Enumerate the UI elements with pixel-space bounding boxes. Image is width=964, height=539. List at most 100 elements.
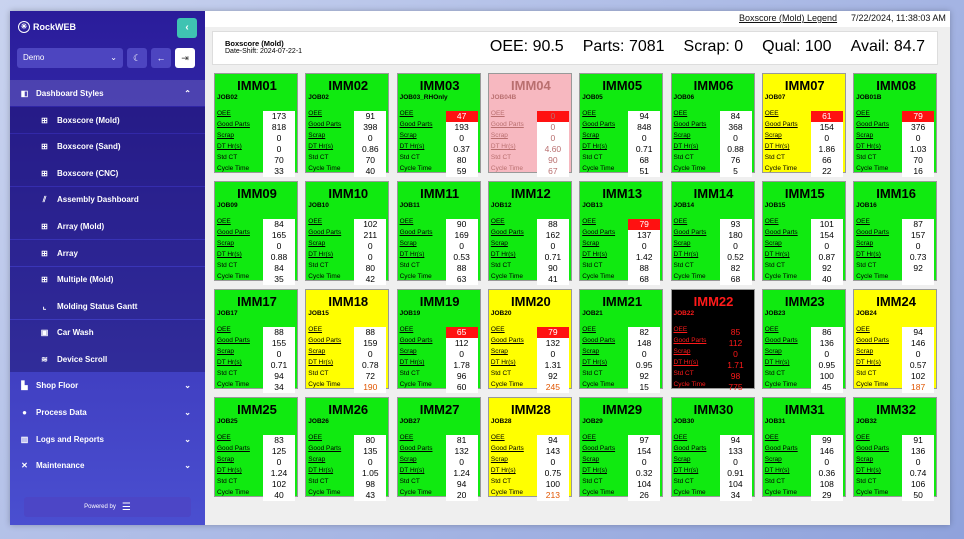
row-label[interactable]: DT Hr(s) bbox=[765, 143, 790, 150]
machine-card-imm20[interactable]: IMM20 JOB20 OEE 79 Good Parts 132 Scrap 0 DT Hr(… bbox=[487, 289, 572, 393]
sidebar-item-assembly-dashboard[interactable]: ⫽ Assembly Dashboard bbox=[10, 186, 205, 213]
row-label[interactable]: DT Hr(s) bbox=[856, 467, 881, 474]
row-label[interactable]: Scrap bbox=[308, 348, 325, 355]
row-label[interactable]: Scrap bbox=[491, 348, 508, 355]
brand-logo[interactable]: ✳ RockWEB bbox=[18, 21, 76, 33]
machine-card-imm24[interactable]: IMM24 JOB24 OEE 94 Good Parts 146 Scrap 0 DT Hr(… bbox=[853, 289, 938, 393]
row-label[interactable]: Good Parts bbox=[217, 229, 250, 236]
machine-card-imm02[interactable]: IMM02 JOB02 OEE 91 Good Parts 398 Scrap 0 DT Hr(… bbox=[305, 73, 390, 177]
row-label[interactable]: DT Hr(s) bbox=[400, 467, 425, 474]
row-label[interactable]: Good Parts bbox=[674, 337, 707, 344]
logout-button[interactable]: ⇥ bbox=[175, 48, 195, 68]
row-label[interactable]: Scrap bbox=[308, 132, 325, 139]
machine-card-imm23[interactable]: IMM23 JOB23 OEE 86 Good Parts 136 Scrap 0 DT Hr(… bbox=[761, 289, 846, 393]
row-label[interactable]: OEE bbox=[765, 218, 779, 225]
row-label[interactable]: OEE bbox=[582, 110, 596, 117]
row-label[interactable]: OEE bbox=[856, 434, 870, 441]
row-label[interactable]: Good Parts bbox=[217, 445, 250, 452]
row-label[interactable]: OEE bbox=[400, 218, 414, 225]
row-label[interactable]: Scrap bbox=[491, 240, 508, 247]
row-label[interactable]: Scrap bbox=[217, 348, 234, 355]
machine-card-imm18[interactable]: IMM18 JOB15 OEE 88 Good Parts 159 Scrap 0 DT Hr(… bbox=[305, 289, 390, 393]
machine-card-imm32[interactable]: IMM32 JOB32 OEE 91 Good Parts 136 Scrap 0 DT Hr(… bbox=[853, 397, 938, 501]
machine-card-imm19[interactable]: IMM19 JOB19 OEE 65 Good Parts 112 Scrap 0 DT Hr(… bbox=[396, 289, 481, 393]
row-label[interactable]: DT Hr(s) bbox=[765, 467, 790, 474]
row-label[interactable]: Good Parts bbox=[217, 121, 250, 128]
row-label[interactable]: OEE bbox=[856, 326, 870, 333]
row-label[interactable]: Scrap bbox=[400, 456, 417, 463]
row-label[interactable]: Scrap bbox=[217, 240, 234, 247]
row-label[interactable]: Good Parts bbox=[582, 445, 615, 452]
row-label[interactable]: DT Hr(s) bbox=[674, 359, 699, 366]
row-label[interactable]: OEE bbox=[674, 218, 688, 225]
machine-card-imm03[interactable]: IMM03 JOB03_RHOnly OEE 47 Good Parts 193 Scrap… bbox=[396, 73, 481, 177]
row-label[interactable]: OEE bbox=[491, 434, 505, 441]
row-label[interactable]: Scrap bbox=[856, 456, 873, 463]
sidebar-item-molding-status-gantt[interactable]: ⌞ Molding Status Gantt bbox=[10, 293, 205, 320]
row-label[interactable]: DT Hr(s) bbox=[856, 251, 881, 258]
row-label[interactable]: DT Hr(s) bbox=[308, 359, 333, 366]
sidebar-item-car-wash[interactable]: ▣ Car Wash bbox=[10, 319, 205, 346]
machine-card-imm11[interactable]: IMM11 JOB11 OEE 90 Good Parts 169 Scrap 0 DT Hr(… bbox=[396, 181, 481, 285]
dark-mode-button[interactable]: ☾ bbox=[127, 48, 147, 68]
row-label[interactable]: Good Parts bbox=[491, 445, 524, 452]
row-label[interactable]: Scrap bbox=[856, 240, 873, 247]
sidebar-item-boxscore-mold[interactable]: ⊞ Boxscore (Mold) bbox=[10, 107, 205, 133]
sidebar-item-device-scroll[interactable]: ≋ Device Scroll bbox=[10, 346, 205, 373]
row-label[interactable]: OEE bbox=[582, 434, 596, 441]
row-label[interactable]: OEE bbox=[217, 218, 231, 225]
machine-card-imm13[interactable]: IMM13 JOB13 OEE 79 Good Parts 137 Scrap 0 DT Hr(… bbox=[579, 181, 664, 285]
row-label[interactable]: DT Hr(s) bbox=[582, 467, 607, 474]
machine-card-imm14[interactable]: IMM14 JOB14 OEE 93 Good Parts 180 Scrap 0 DT Hr(… bbox=[670, 181, 755, 285]
plant-select[interactable]: Demo ⌄ bbox=[17, 48, 123, 68]
row-label[interactable]: Good Parts bbox=[491, 229, 524, 236]
row-label[interactable]: Good Parts bbox=[308, 121, 341, 128]
row-label[interactable]: DT Hr(s) bbox=[217, 359, 242, 366]
machine-card-imm26[interactable]: IMM26 JOB26 OEE 80 Good Parts 135 Scrap 0 DT Hr(… bbox=[305, 397, 390, 501]
row-label[interactable]: Good Parts bbox=[400, 121, 433, 128]
row-label[interactable]: Scrap bbox=[491, 132, 508, 139]
machine-card-imm10[interactable]: IMM10 JOB10 OEE 102 Good Parts 211 Scrap 0 DT Hr… bbox=[305, 181, 390, 285]
row-label[interactable]: DT Hr(s) bbox=[765, 251, 790, 258]
machine-card-imm25[interactable]: IMM25 JOB25 OEE 83 Good Parts 125 Scrap 0 DT Hr(… bbox=[214, 397, 298, 501]
machine-card-imm05[interactable]: IMM05 JOB05 OEE 94 Good Parts 848 Scrap 0 DT Hr(… bbox=[579, 73, 664, 177]
row-label[interactable]: Scrap bbox=[765, 348, 782, 355]
row-label[interactable]: Scrap bbox=[308, 456, 325, 463]
row-label[interactable]: Scrap bbox=[582, 348, 599, 355]
row-label[interactable]: OEE bbox=[400, 434, 414, 441]
row-label[interactable]: OEE bbox=[765, 434, 779, 441]
row-label[interactable]: OEE bbox=[308, 110, 322, 117]
row-label[interactable]: DT Hr(s) bbox=[217, 251, 242, 258]
row-label[interactable]: OEE bbox=[856, 218, 870, 225]
row-label[interactable]: DT Hr(s) bbox=[400, 143, 425, 150]
machine-card-imm17[interactable]: IMM17 JOB17 OEE 88 Good Parts 155 Scrap 0 DT Hr(… bbox=[214, 289, 298, 393]
row-label[interactable]: DT Hr(s) bbox=[217, 143, 242, 150]
row-label[interactable]: OEE bbox=[491, 326, 505, 333]
row-label[interactable]: OEE bbox=[674, 434, 688, 441]
sidebar-item-boxscore-sand[interactable]: ⊞ Boxscore (Sand) bbox=[10, 133, 205, 160]
row-label[interactable]: OEE bbox=[308, 434, 322, 441]
row-label[interactable]: OEE bbox=[582, 218, 596, 225]
sidebar-item-array-mold[interactable]: ⊞ Array (Mold) bbox=[10, 213, 205, 240]
machine-card-imm31[interactable]: IMM31 JOB31 OEE 99 Good Parts 146 Scrap 0 DT Hr(… bbox=[761, 397, 846, 501]
row-label[interactable]: OEE bbox=[765, 110, 779, 117]
row-label[interactable]: Scrap bbox=[765, 456, 782, 463]
machine-card-imm12[interactable]: IMM12 JOB12 OEE 88 Good Parts 162 Scrap 0 DT Hr(… bbox=[487, 181, 572, 285]
row-label[interactable]: Good Parts bbox=[765, 229, 798, 236]
row-label[interactable]: OEE bbox=[400, 110, 414, 117]
row-label[interactable]: DT Hr(s) bbox=[674, 143, 699, 150]
row-label[interactable]: OEE bbox=[674, 110, 688, 117]
machine-card-imm04[interactable]: IMM04 JOB04B OEE 0 Good Parts 0 Scrap 0 DT Hr(s)… bbox=[487, 73, 572, 177]
row-label[interactable]: Scrap bbox=[582, 132, 599, 139]
row-label[interactable]: Scrap bbox=[674, 240, 691, 247]
row-label[interactable]: DT Hr(s) bbox=[308, 251, 333, 258]
row-label[interactable]: Good Parts bbox=[856, 121, 889, 128]
row-label[interactable]: Scrap bbox=[308, 240, 325, 247]
machine-card-imm09[interactable]: IMM09 JOB09 OEE 84 Good Parts 165 Scrap 0 DT Hr(… bbox=[214, 181, 298, 285]
sidebar-group-maintenance[interactable]: ✕ Maintenance ⌄ bbox=[10, 452, 205, 478]
row-label[interactable]: DT Hr(s) bbox=[491, 143, 516, 150]
row-label[interactable]: DT Hr(s) bbox=[582, 143, 607, 150]
row-label[interactable]: DT Hr(s) bbox=[491, 359, 516, 366]
row-label[interactable]: OEE bbox=[856, 110, 870, 117]
machine-card-imm15[interactable]: IMM15 JOB15 OEE 101 Good Parts 154 Scrap 0 DT Hr… bbox=[761, 181, 846, 285]
